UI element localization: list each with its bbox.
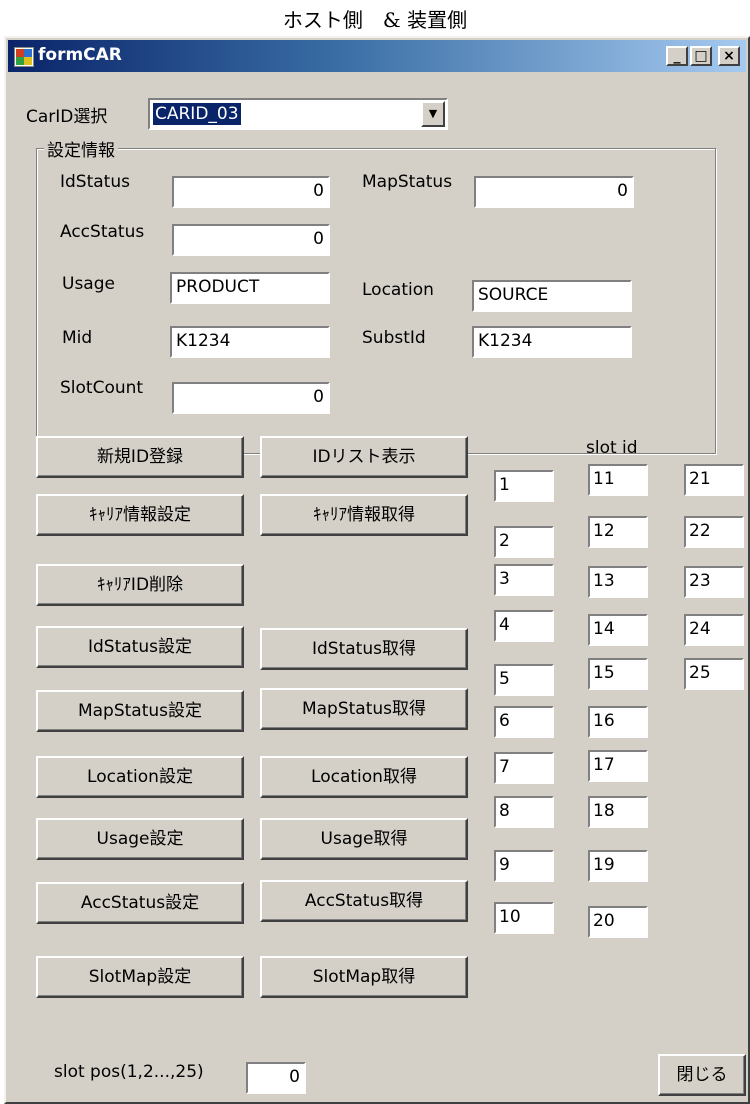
carid-selected-value: CARID_03 <box>153 103 241 125</box>
slot-id-field-19[interactable]: 19 <box>588 850 648 882</box>
minimize-button[interactable]: _ <box>666 46 688 66</box>
title-bar[interactable]: formCAR _ □ × <box>8 40 746 72</box>
slotmap-get-button[interactable]: SlotMap取得 <box>260 956 468 998</box>
slot-id-field-2[interactable]: 2 <box>494 526 554 558</box>
slot-id-field-8[interactable]: 8 <box>494 796 554 828</box>
slotmap-set-button[interactable]: SlotMap設定 <box>36 956 244 998</box>
slot-id-field-21[interactable]: 21 <box>684 464 744 496</box>
slot-id-field-23[interactable]: 23 <box>684 566 744 598</box>
usage-field[interactable]: PRODUCT <box>170 272 330 304</box>
close-button[interactable]: 閉じる <box>658 1054 746 1096</box>
carrier-info-get-button[interactable]: ｷｬﾘｱ情報取得 <box>260 494 468 536</box>
slot-id-field-1[interactable]: 1 <box>494 470 554 502</box>
slot-id-field-11[interactable]: 11 <box>588 464 648 496</box>
slot-id-field-12[interactable]: 12 <box>588 516 648 548</box>
slot-pos-label: slot pos(1,2...,25) <box>54 1062 204 1082</box>
usage-label: Usage <box>62 274 115 294</box>
usage-set-button[interactable]: Usage設定 <box>36 818 244 860</box>
slot-id-field-5[interactable]: 5 <box>494 664 554 696</box>
form-car-window: formCAR _ □ × CarID選択 CARID_03 ▼ 設定情報 Id… <box>4 36 750 1104</box>
slot-id-field-15[interactable]: 15 <box>588 658 648 690</box>
usage-get-button[interactable]: Usage取得 <box>260 818 468 860</box>
app-icon <box>14 47 34 67</box>
id-list-button[interactable]: IDリスト表示 <box>260 436 468 478</box>
mapstatus-field[interactable]: 0 <box>474 176 634 208</box>
location-label: Location <box>362 280 434 300</box>
slot-id-header: slot id <box>586 438 638 458</box>
carid-select[interactable]: CARID_03 ▼ <box>148 98 448 130</box>
caption: ホスト側 & 装置側 <box>282 8 468 32</box>
idstatus-set-button[interactable]: IdStatus設定 <box>36 626 244 668</box>
dropdown-arrow-icon[interactable]: ▼ <box>421 101 445 127</box>
slot-id-field-13[interactable]: 13 <box>588 566 648 598</box>
slot-id-field-14[interactable]: 14 <box>588 614 648 646</box>
slot-id-field-18[interactable]: 18 <box>588 796 648 828</box>
carrier-info-set-button[interactable]: ｷｬﾘｱ情報設定 <box>36 494 244 536</box>
slot-id-field-20[interactable]: 20 <box>588 906 648 938</box>
substid-field[interactable]: K1234 <box>472 326 632 358</box>
slot-id-field-10[interactable]: 10 <box>494 902 554 934</box>
mid-label: Mid <box>62 328 93 348</box>
slot-id-field-3[interactable]: 3 <box>494 564 554 596</box>
idstatus-field[interactable]: 0 <box>172 176 330 208</box>
location-field[interactable]: SOURCE <box>472 280 632 312</box>
mapstatus-label: MapStatus <box>362 172 453 192</box>
slot-id-field-4[interactable]: 4 <box>494 610 554 642</box>
slot-id-field-24[interactable]: 24 <box>684 614 744 646</box>
idstatus-get-button[interactable]: IdStatus取得 <box>260 628 468 670</box>
window-title: formCAR <box>38 45 122 65</box>
slot-id-field-9[interactable]: 9 <box>494 850 554 882</box>
accstatus-get-button[interactable]: AccStatus取得 <box>260 880 468 922</box>
mapstatus-get-button[interactable]: MapStatus取得 <box>260 688 468 730</box>
slotcount-field[interactable]: 0 <box>172 382 330 414</box>
carrier-id-delete-button[interactable]: ｷｬﾘｱID削除 <box>36 564 244 606</box>
close-window-button[interactable]: × <box>718 46 740 66</box>
location-get-button[interactable]: Location取得 <box>260 756 468 798</box>
accstatus-set-button[interactable]: AccStatus設定 <box>36 882 244 924</box>
slot-id-field-17[interactable]: 17 <box>588 750 648 782</box>
idstatus-label: IdStatus <box>60 172 130 192</box>
carid-label: CarID選択 <box>26 107 108 127</box>
mapstatus-set-button[interactable]: MapStatus設定 <box>36 690 244 732</box>
slot-id-field-7[interactable]: 7 <box>494 752 554 784</box>
settings-group-title: 設定情報 <box>44 136 118 161</box>
accstatus-field[interactable]: 0 <box>172 224 330 256</box>
slotcount-label: SlotCount <box>60 378 144 398</box>
maximize-button[interactable]: □ <box>690 46 712 66</box>
substid-label: SubstId <box>362 328 426 348</box>
slot-id-field-22[interactable]: 22 <box>684 516 744 548</box>
slot-id-field-25[interactable]: 25 <box>684 658 744 690</box>
new-id-register-button[interactable]: 新規ID登録 <box>36 436 244 478</box>
mid-field[interactable]: K1234 <box>170 326 330 358</box>
slot-id-field-6[interactable]: 6 <box>494 706 554 738</box>
accstatus-label: AccStatus <box>60 222 145 242</box>
slot-id-field-16[interactable]: 16 <box>588 706 648 738</box>
slot-pos-field[interactable]: 0 <box>246 1062 306 1094</box>
location-set-button[interactable]: Location設定 <box>36 756 244 798</box>
